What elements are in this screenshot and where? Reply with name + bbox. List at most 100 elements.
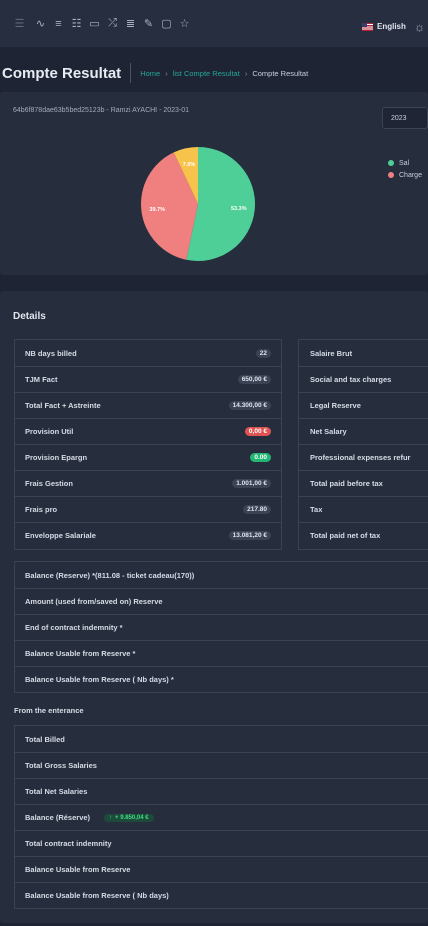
language-label: English — [377, 22, 406, 31]
row-label: Frais Gestion — [25, 479, 73, 488]
row-label: End of contract indemnity * — [25, 623, 123, 632]
details-row: Net Salary — [299, 418, 428, 444]
details-row: NB days billed 22 — [15, 340, 281, 366]
balance-row: End of contract indemnity * — [15, 614, 428, 640]
breadcrumb-list[interactable]: list Compte Resultat — [173, 69, 240, 78]
value-badge: 0.00 — [250, 453, 271, 462]
details-row: Frais pro 217.80 — [15, 496, 281, 522]
title-divider — [130, 63, 132, 83]
row-label: Balance (Reserve) *(811.08 - ticket cade… — [25, 570, 195, 580]
menu-icon[interactable]: ☰ — [12, 16, 27, 31]
breadcrumb-home[interactable]: Home — [140, 69, 160, 78]
activity-icon[interactable]: ∿ — [33, 16, 48, 31]
theme-toggle-icon[interactable]: ☼ — [414, 20, 425, 34]
details-row: Provision Epargn 0.00 — [15, 444, 281, 470]
row-label: Balance Usable from Reserve ( Nb days) * — [25, 675, 174, 684]
row-label: Balance Usable from Reserve — [25, 865, 131, 874]
details-row: Total paid net of tax — [299, 522, 428, 548]
chevron-right-icon: › — [165, 68, 168, 78]
us-flag-icon — [362, 22, 373, 31]
row-label: Total paid before tax — [310, 479, 383, 488]
legend-dot-sal — [388, 160, 394, 166]
align-justify-icon[interactable]: ≣ — [123, 16, 138, 31]
details-row: Tax — [299, 496, 428, 522]
entrance-row: Balance Usable from Reserve — [15, 856, 428, 882]
row-label: Legal Reserve — [310, 401, 361, 410]
entrance-row: Total Billed — [15, 726, 428, 752]
arrow-up-icon: ↑ — [109, 814, 113, 821]
chart-subtitle: 64b6f878dae63b5bed25123b - Ramzi AYACHI … — [13, 107, 190, 114]
pie-data-label: 53.3% — [231, 206, 247, 212]
row-label: Amount (used from/saved on) Reserve — [25, 597, 163, 606]
entrance-row: Total Net Salaries — [15, 778, 428, 804]
value-badge: 14.300,00 € — [228, 401, 271, 410]
row-label: Total Billed — [25, 734, 65, 744]
row-label: NB days billed — [25, 348, 77, 358]
row-label: Total Gross Salaries — [25, 761, 97, 770]
entrance-row: Total contract indemnity — [15, 830, 428, 856]
legend-label-sal: Sal — [399, 159, 410, 167]
screen-icon[interactable]: ▢ — [159, 16, 174, 31]
reserve-badge-value: + 9.850,04 € — [115, 814, 149, 821]
year-select[interactable]: 2023 — [382, 107, 428, 129]
list-icon[interactable]: ☷ — [69, 16, 84, 31]
legend-label-charge: Charge — [399, 171, 422, 179]
breadcrumb: Home › list Compte Resultat › Compte Res… — [140, 69, 308, 78]
row-label: TJM Fact — [25, 375, 58, 384]
row-label: Provision Util — [25, 427, 74, 436]
row-label: Tax — [310, 505, 323, 514]
row-label: Balance Usable from Reserve * — [25, 649, 136, 658]
row-label: Net Salary — [310, 427, 347, 436]
value-badge: 0,00 € — [244, 427, 271, 436]
balance-row: Balance Usable from Reserve ( Nb days) * — [15, 666, 428, 692]
details-row: Legal Reserve — [299, 392, 428, 418]
balance-row: Amount (used from/saved on) Reserve — [15, 588, 428, 614]
pie-chart: 53.3% 39.7% 7.0% — [140, 147, 256, 261]
legend-item-sal[interactable]: Sal — [388, 157, 422, 169]
entrance-title: From the enterance — [14, 706, 84, 715]
page-header: Compte Resultat Home › list Compte Resul… — [0, 62, 428, 84]
row-label: Frais pro — [25, 505, 58, 514]
details-row: Salaire Brut — [299, 340, 428, 366]
breadcrumb-current: Compte Resultat — [252, 68, 309, 78]
details-left-table: NB days billed 22 TJM Fact 650,00 € Total Fa… — [14, 339, 282, 550]
value-badge: 650,00 € — [237, 375, 271, 384]
details-title: Details — [13, 311, 46, 322]
entrance-table: Total Billed Total Gross Salaries Total Ne… — [14, 725, 428, 909]
row-label: Total Net Salaries — [25, 787, 88, 796]
language-selector[interactable]: English — [362, 22, 406, 31]
row-label: Total Fact + Astreinte — [25, 401, 101, 410]
details-row: Frais Gestion 1.001,00 € — [15, 470, 281, 496]
edit-icon[interactable]: ✎ — [141, 16, 156, 31]
row-label: Provision Epargn — [25, 453, 88, 462]
value-badge: 22 — [255, 348, 271, 358]
row-label: Salaire Brut — [310, 348, 353, 358]
details-row: Professional expenses refur — [299, 444, 428, 470]
balance-row: Balance (Reserve) *(811.08 - ticket cade… — [15, 562, 428, 588]
details-row: Total paid before tax — [299, 470, 428, 496]
row-label: Social and tax charges — [310, 375, 392, 384]
reserve-badge: ↑ + 9.850,04 € — [104, 813, 154, 822]
row-label: Balance Usable from Reserve ( Nb days) — [25, 891, 169, 900]
row-label: Balance (Réserve) — [25, 813, 91, 822]
pie-data-label: 7.0% — [183, 162, 196, 168]
shuffle-icon[interactable]: ⤮ — [105, 16, 120, 31]
align-center-icon[interactable]: ≡ — [51, 16, 66, 31]
page-title: Compte Resultat — [2, 64, 122, 82]
star-icon[interactable]: ☆ — [177, 16, 192, 31]
legend-item-charge[interactable]: Charge — [388, 169, 422, 181]
balance-table: Balance (Reserve) *(811.08 - ticket cade… — [14, 561, 428, 693]
row-label: Enveloppe Salariale — [25, 531, 96, 540]
details-row: Social and tax charges — [299, 366, 428, 392]
row-label: Professional expenses refur — [310, 453, 411, 462]
pie-data-label: 39.7% — [149, 207, 165, 213]
details-row: Enveloppe Salariale 13.081,20 € — [15, 522, 281, 548]
chart-legend: Sal Charge — [388, 157, 422, 181]
details-row: TJM Fact 650,00 € — [15, 366, 281, 392]
monitor-icon[interactable]: ▭ — [87, 16, 102, 31]
value-badge: 217.80 — [243, 505, 271, 514]
value-badge: 1.001,00 € — [232, 479, 271, 488]
row-label: Total contract indemnity — [25, 839, 112, 848]
details-row: Provision Util 0,00 € — [15, 418, 281, 444]
legend-dot-charge — [388, 172, 394, 178]
